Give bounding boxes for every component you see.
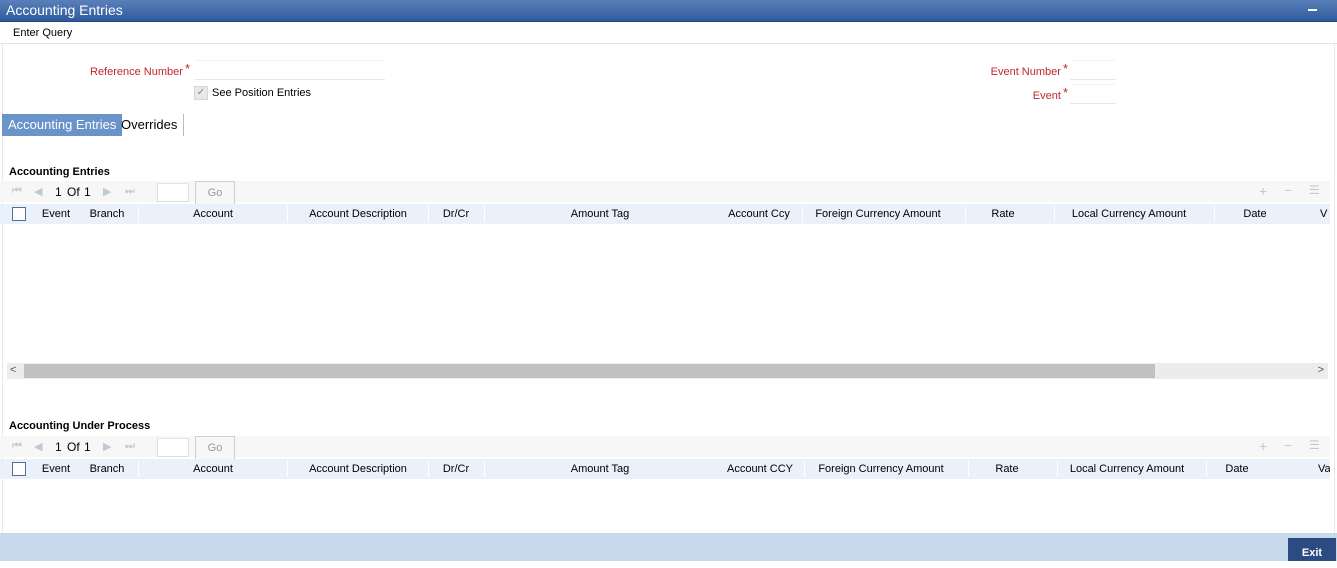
window-titlebar: Accounting Entries xyxy=(0,0,1337,22)
column-header[interactable]: Account Description xyxy=(288,204,428,224)
column-header[interactable]: Va xyxy=(1318,459,1330,479)
go-button[interactable]: Go xyxy=(195,181,235,205)
entries-pager: ⏮ ◀ 1 Of 1 ▶ ⏭ Go + − ☰ xyxy=(0,181,1330,205)
go-button[interactable]: Go xyxy=(195,436,235,460)
column-header[interactable]: Foreign Currency Amount xyxy=(805,459,957,479)
under-process-pager: ⏮ ◀ 1 Of 1 ▶ ⏭ Go + − ☰ xyxy=(0,436,1330,460)
column-header[interactable]: Account Description xyxy=(288,459,428,479)
event-input[interactable] xyxy=(1070,84,1116,104)
current-page: 1 xyxy=(55,185,62,199)
under-process-title: Accounting Under Process xyxy=(9,420,151,432)
required-mark: * xyxy=(184,61,190,76)
select-all-checkbox[interactable] xyxy=(12,462,26,476)
footer-bar xyxy=(0,533,1337,561)
entries-table-header: Event Branch Account Account Description… xyxy=(0,204,1330,224)
reference-number-label: Reference Number * xyxy=(60,61,190,78)
column-header[interactable]: Date xyxy=(1215,204,1295,224)
event-number-label-text: Event Number xyxy=(990,66,1061,78)
select-all-checkbox[interactable] xyxy=(12,207,26,221)
scrollbar-thumb[interactable] xyxy=(24,364,1155,378)
event-label-text: Event xyxy=(1032,90,1061,102)
prev-page-icon[interactable]: ◀ xyxy=(34,440,42,453)
add-row-icon[interactable]: + xyxy=(1259,183,1267,199)
total-pages: 1 xyxy=(84,440,91,454)
column-header[interactable]: Dr/Cr xyxy=(429,204,483,224)
reference-number-input[interactable] xyxy=(195,60,385,80)
page-number-input[interactable] xyxy=(157,183,189,202)
required-mark: * xyxy=(1062,61,1068,76)
under-process-table-header: Event Branch Account Account Description… xyxy=(0,459,1330,479)
delete-row-icon[interactable]: − xyxy=(1284,437,1292,453)
event-number-label: Event Number * xyxy=(950,61,1068,78)
column-header[interactable]: Foreign Currency Amount xyxy=(803,204,953,224)
last-page-icon[interactable]: ⏭ xyxy=(125,440,135,453)
column-header[interactable]: Date xyxy=(1207,459,1267,479)
delete-row-icon[interactable]: − xyxy=(1284,182,1292,198)
see-position-checkbox[interactable]: ✓ xyxy=(194,86,208,100)
column-header[interactable]: Dr/Cr xyxy=(429,459,483,479)
window-title: Accounting Entries xyxy=(6,2,123,18)
event-number-input[interactable] xyxy=(1070,60,1116,80)
toolbar: Enter Query xyxy=(0,22,1337,44)
column-header[interactable]: Event xyxy=(35,204,77,224)
scroll-right-icon[interactable]: > xyxy=(1318,364,1324,376)
exit-button[interactable]: Exit xyxy=(1288,538,1336,561)
last-page-icon[interactable]: ⏭ xyxy=(125,185,135,198)
columns-menu-icon[interactable]: ☰ xyxy=(1309,438,1320,452)
column-header[interactable]: Account CCY xyxy=(717,459,803,479)
column-header[interactable]: Account xyxy=(139,459,287,479)
required-mark: * xyxy=(1062,85,1068,100)
scroll-left-icon[interactable]: < xyxy=(10,364,16,376)
prev-page-icon[interactable]: ◀ xyxy=(34,185,42,198)
column-header[interactable]: V xyxy=(1320,204,1330,224)
next-page-icon[interactable]: ▶ xyxy=(103,185,111,198)
column-header[interactable]: Rate xyxy=(966,204,1040,224)
column-header[interactable]: Amount Tag xyxy=(485,459,715,479)
of-label: Of xyxy=(67,440,80,454)
event-label: Event * xyxy=(950,85,1068,102)
columns-menu-icon[interactable]: ☰ xyxy=(1309,183,1320,197)
tab-overrides[interactable]: Overrides xyxy=(115,114,185,136)
right-border xyxy=(1334,44,1335,534)
minimize-icon[interactable] xyxy=(1308,9,1317,11)
add-row-icon[interactable]: + xyxy=(1259,438,1267,454)
column-header[interactable]: Local Currency Amount xyxy=(1055,204,1203,224)
column-header[interactable]: Amount Tag xyxy=(485,204,715,224)
column-header[interactable]: Account Ccy xyxy=(717,204,801,224)
column-header[interactable]: Rate xyxy=(969,459,1045,479)
enter-query-button[interactable]: Enter Query xyxy=(13,27,72,39)
first-page-icon[interactable]: ⏮ xyxy=(12,185,22,198)
first-page-icon[interactable]: ⏮ xyxy=(12,440,22,453)
next-page-icon[interactable]: ▶ xyxy=(103,440,111,453)
see-position-label: See Position Entries xyxy=(212,87,312,99)
column-header[interactable]: Branch xyxy=(81,459,133,479)
tab-accounting-entries[interactable]: Accounting Entries xyxy=(2,114,123,136)
column-header[interactable]: Local Currency Amount xyxy=(1058,459,1196,479)
current-page: 1 xyxy=(55,440,62,454)
horizontal-scrollbar[interactable]: < > xyxy=(7,363,1328,379)
total-pages: 1 xyxy=(84,185,91,199)
column-header[interactable]: Branch xyxy=(81,204,133,224)
reference-number-label-text: Reference Number xyxy=(90,66,183,78)
column-header[interactable]: Event xyxy=(35,459,77,479)
page-number-input[interactable] xyxy=(157,438,189,457)
accounting-entries-title: Accounting Entries xyxy=(9,166,110,178)
of-label: Of xyxy=(67,185,80,199)
column-header[interactable]: Account xyxy=(139,204,287,224)
